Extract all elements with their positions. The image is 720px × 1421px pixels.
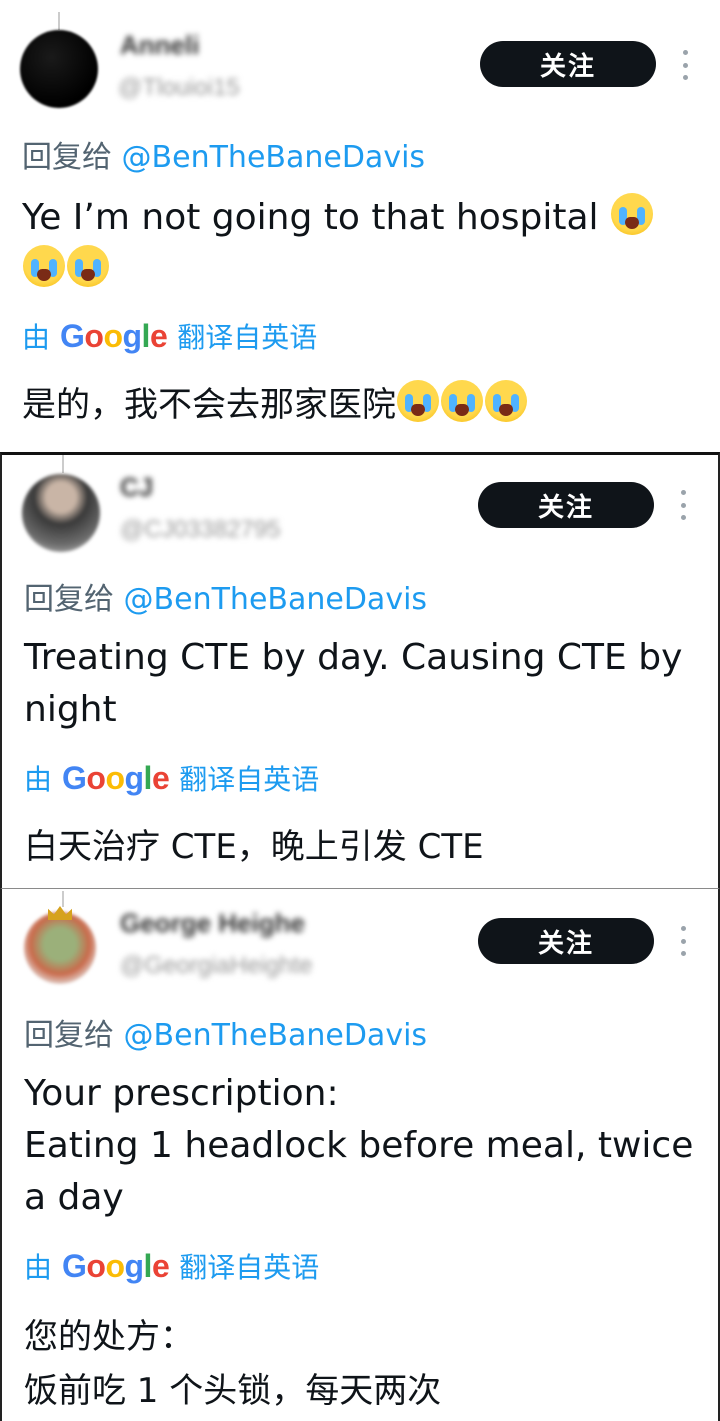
more-options-icon[interactable] xyxy=(678,490,688,520)
tweet-text-line: Treating CTE by day. Causing CTE by xyxy=(24,637,683,678)
crying-face-icon xyxy=(67,245,109,287)
user-handle: @Tlouioi15 xyxy=(118,74,240,101)
more-options-icon[interactable] xyxy=(680,50,690,80)
thread-line xyxy=(62,455,64,473)
translation-attribution[interactable]: 由 Google 翻译自英语 xyxy=(24,758,319,798)
avatar[interactable] xyxy=(24,912,96,984)
tweet-text: Your prescription: Eating 1 headlock bef… xyxy=(24,1068,714,1224)
mention-link[interactable]: @BenTheBaneDavis xyxy=(124,582,428,617)
crying-face-icon xyxy=(23,245,65,287)
user-handle: @GeorgiaHeighte xyxy=(120,952,313,979)
avatar[interactable] xyxy=(22,474,100,552)
reply-to-line: 回复给 @BenTheBaneDavis xyxy=(22,132,425,176)
tweet-text-line: night xyxy=(24,689,117,730)
translation-line: 您的处方： xyxy=(24,1317,194,1357)
crying-face-icon xyxy=(441,380,483,422)
google-logo: Google xyxy=(62,1247,170,1284)
tweet-text-line: Your prescription: xyxy=(24,1073,339,1114)
follow-button[interactable]: 关注 xyxy=(480,41,656,87)
translate-by-label: 由 xyxy=(24,1251,53,1284)
translated-from-label: 翻译自英语 xyxy=(179,763,320,796)
translation-line: 是的，我不会去那家医院 xyxy=(22,385,396,425)
tweet-text-line: Ye I’m not going to that hospital xyxy=(22,197,599,238)
reply-to-line: 回复给 @BenTheBaneDavis xyxy=(24,574,427,618)
tweet-text: Ye I’m not going to that hospital xyxy=(22,192,712,296)
translation-line: 白天治疗 CTE，晚上引发 CTE xyxy=(24,827,484,867)
crying-face-icon xyxy=(610,193,653,235)
more-options-icon[interactable] xyxy=(678,926,688,956)
mention-link[interactable]: @BenTheBaneDavis xyxy=(122,140,426,175)
thread-line xyxy=(62,891,64,907)
thread-line xyxy=(58,12,60,30)
follow-button[interactable]: 关注 xyxy=(478,918,654,964)
translated-text: 您的处方： 饭前吃 1 个头锁，每天两次 xyxy=(24,1310,441,1418)
reply-to-line: 回复给 @BenTheBaneDavis xyxy=(24,1010,427,1054)
crying-face-icon xyxy=(397,380,439,422)
google-logo: Google xyxy=(62,759,170,796)
reply-card[interactable]: Anneli @Tlouioi15 关注 回复给 @BenTheBaneDavi… xyxy=(0,0,720,452)
translation-attribution[interactable]: 由 Google 翻译自英语 xyxy=(22,316,317,356)
translated-text: 白天治疗 CTE，晚上引发 CTE xyxy=(24,820,484,874)
translated-from-label: 翻译自英语 xyxy=(177,321,318,354)
reply-prefix: 回复给 xyxy=(24,582,124,617)
tweet-text: Treating CTE by day. Causing CTE by nigh… xyxy=(24,632,714,736)
translated-text: 是的，我不会去那家医院 xyxy=(22,378,528,432)
reply-prefix: 回复给 xyxy=(22,140,122,175)
user-name[interactable]: CJ xyxy=(120,472,153,503)
tweet-text-line: Eating 1 headlock before meal, twice xyxy=(24,1125,694,1166)
user-name[interactable]: George Heighe xyxy=(120,908,305,939)
avatar[interactable] xyxy=(20,30,98,108)
translation-attribution[interactable]: 由 Google 翻译自英语 xyxy=(24,1246,319,1286)
crying-face-icon xyxy=(485,380,527,422)
google-logo: Google xyxy=(60,317,168,354)
mention-link[interactable]: @BenTheBaneDavis xyxy=(124,1018,428,1053)
tweet-text-line: a day xyxy=(24,1177,124,1218)
follow-button[interactable]: 关注 xyxy=(478,482,654,528)
user-name[interactable]: Anneli xyxy=(120,30,199,61)
reply-prefix: 回复给 xyxy=(24,1018,124,1053)
translate-by-label: 由 xyxy=(24,763,53,796)
translate-by-label: 由 xyxy=(22,321,51,354)
user-handle: @CJ03382795 xyxy=(120,516,281,543)
translated-from-label: 翻译自英语 xyxy=(179,1251,320,1284)
translation-line: 饭前吃 1 个头锁，每天两次 xyxy=(24,1371,442,1411)
